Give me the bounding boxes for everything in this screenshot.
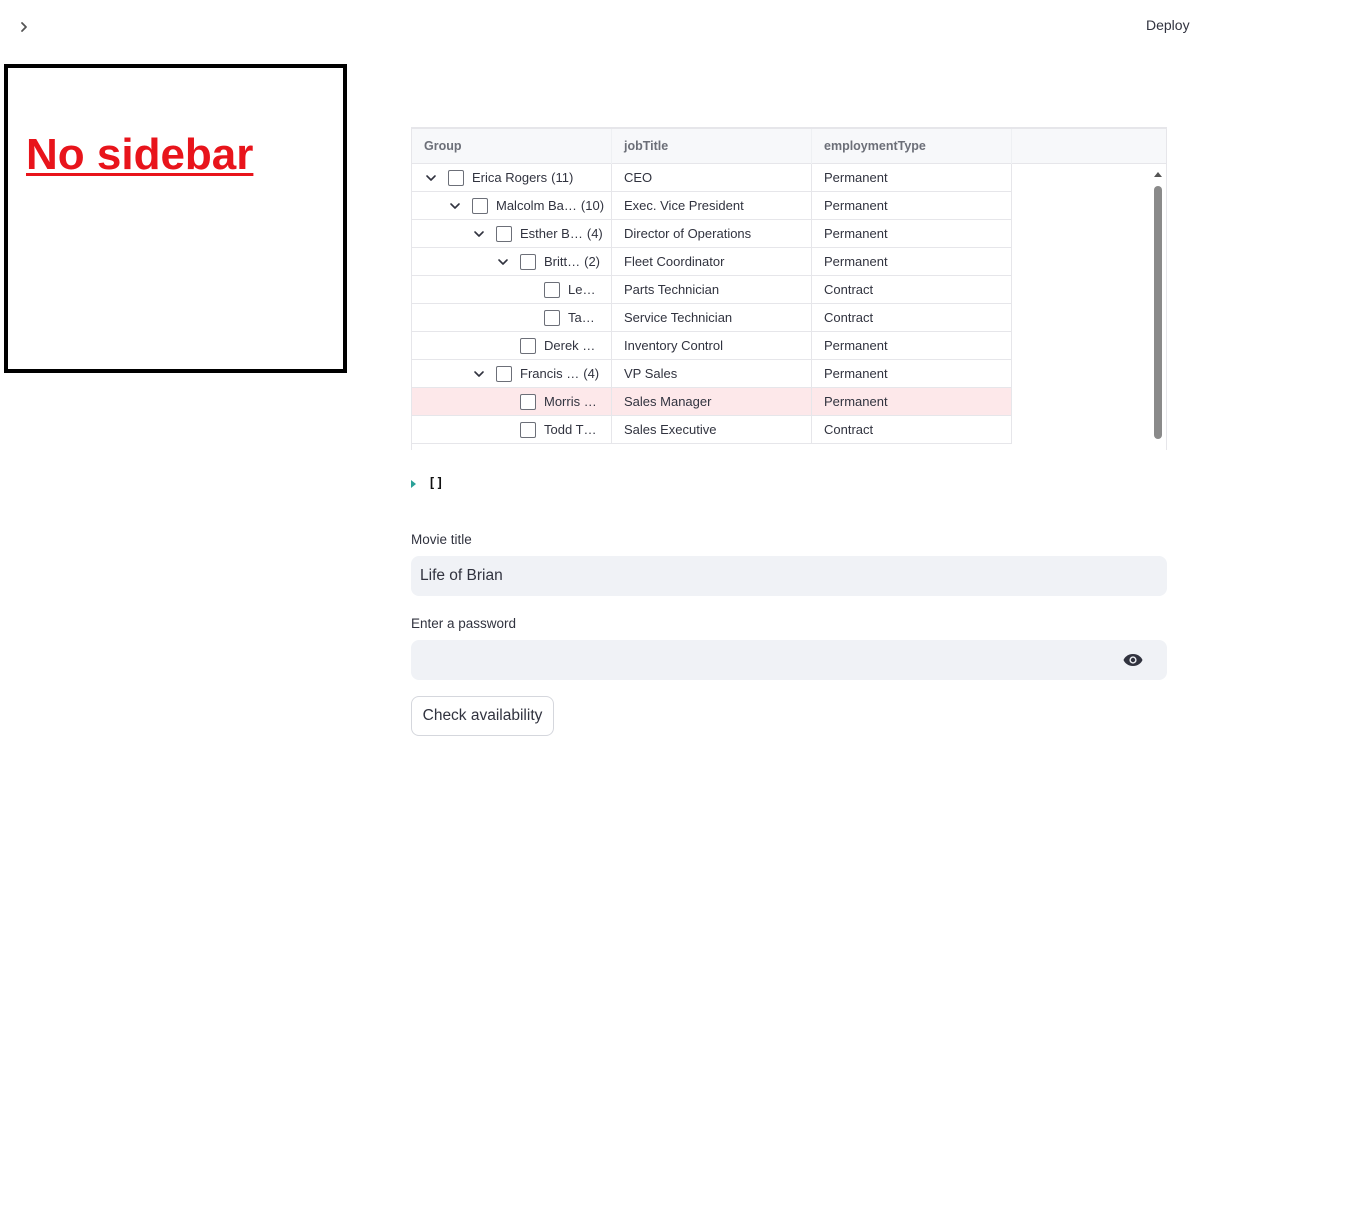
expand-sidebar-button[interactable]: [14, 17, 34, 37]
chevron-down-icon[interactable]: [472, 227, 486, 241]
employmenttype-cell: Permanent: [812, 388, 1012, 415]
employmenttype-cell: Permanent: [812, 332, 1012, 359]
group-name: Derek …: [544, 338, 596, 353]
group-name: Le…: [568, 282, 596, 297]
table-row[interactable]: Le… Parts Technician Contract: [412, 276, 1012, 304]
employmenttype-cell: Contract: [812, 304, 1012, 331]
password-label: Enter a password: [411, 616, 517, 631]
json-value: []: [428, 476, 444, 491]
movie-title-input[interactable]: [411, 556, 1167, 596]
jobtitle-cell: Inventory Control: [612, 332, 812, 359]
table-row[interactable]: Morris … Sales Manager Permanent: [412, 388, 1012, 416]
row-checkbox[interactable]: [496, 365, 512, 382]
eye-icon: [1123, 654, 1143, 666]
check-availability-button[interactable]: Check availability: [411, 696, 554, 736]
jobtitle-cell: Sales Executive: [612, 416, 812, 443]
jobtitle-cell: VP Sales: [612, 360, 812, 387]
group-count: (10): [580, 198, 605, 213]
table-row[interactable]: Ta… Service Technician Contract: [412, 304, 1012, 332]
group-cell: Morris …: [412, 388, 612, 415]
row-checkbox[interactable]: [544, 281, 560, 298]
table-row[interactable]: Erica Rogers (11) CEO Permanent: [412, 164, 1012, 192]
show-password-button[interactable]: [1122, 651, 1144, 669]
group-name: Esther B…: [520, 226, 583, 241]
row-checkbox[interactable]: [520, 393, 536, 410]
json-expander[interactable]: []: [411, 476, 444, 491]
column-header-group[interactable]: Group: [412, 129, 612, 164]
jobtitle-cell: Director of Operations: [612, 220, 812, 247]
employmenttype-cell: Permanent: [812, 192, 1012, 219]
sidebar-placeholder: No sidebar: [4, 64, 347, 373]
no-sidebar-text: No sidebar: [26, 130, 254, 179]
scroll-up-arrow-icon[interactable]: [1154, 172, 1162, 177]
caret-right-icon: [411, 479, 416, 488]
group-name: Erica Rogers: [472, 170, 548, 185]
group-name: Malcolm Ba…: [496, 198, 577, 213]
column-header-jobtitle[interactable]: jobTitle: [612, 129, 812, 164]
group-count: (4): [583, 366, 600, 381]
grid-scrollbar-thumb[interactable]: [1154, 186, 1162, 439]
column-header-employmenttype[interactable]: employmentType: [812, 129, 1012, 164]
deploy-button[interactable]: Deploy: [1140, 15, 1196, 35]
table-row[interactable]: Esther B… (4) Director of Operations Perman…: [412, 220, 1012, 248]
chevron-down-icon[interactable]: [496, 255, 510, 269]
jobtitle-cell: Sales Manager: [612, 388, 812, 415]
movie-title-label: Movie title: [411, 532, 472, 547]
group-name: Britt…: [544, 254, 581, 269]
row-checkbox[interactable]: [496, 225, 512, 242]
employmenttype-cell: Permanent: [812, 220, 1012, 247]
jobtitle-cell: Exec. Vice President: [612, 192, 812, 219]
row-checkbox[interactable]: [520, 253, 536, 270]
group-cell: Todd T…: [412, 416, 612, 443]
chevron-down-icon[interactable]: [472, 367, 486, 381]
employmenttype-cell: Contract: [812, 416, 1012, 443]
table-row[interactable]: Malcolm Ba… (10) Exec. Vice President Perma…: [412, 192, 1012, 220]
row-checkbox[interactable]: [520, 337, 536, 354]
table-row[interactable]: Todd T… Sales Executive Contract: [412, 416, 1012, 444]
employmenttype-cell: Permanent: [812, 248, 1012, 275]
group-cell: Francis … (4): [412, 360, 612, 387]
group-cell: Derek …: [412, 332, 612, 359]
group-cell: Le…: [412, 276, 612, 303]
group-cell: Britt… (2): [412, 248, 612, 275]
chevron-right-icon: [21, 22, 27, 32]
group-cell: Malcolm Ba… (10): [412, 192, 612, 219]
employmenttype-cell: Permanent: [812, 360, 1012, 387]
row-checkbox[interactable]: [472, 197, 488, 214]
employmenttype-cell: Permanent: [812, 164, 1012, 191]
employmenttype-cell: Contract: [812, 276, 1012, 303]
grid-header: Group jobTitle employmentType: [412, 128, 1166, 164]
table-row[interactable]: Britt… (2) Fleet Coordinator Permanent: [412, 248, 1012, 276]
jobtitle-cell: Service Technician: [612, 304, 812, 331]
row-checkbox[interactable]: [448, 169, 464, 186]
group-count: (11): [551, 170, 574, 185]
group-cell: Ta…: [412, 304, 612, 331]
row-checkbox[interactable]: [544, 309, 560, 326]
group-count: (2): [584, 254, 601, 269]
chevron-down-icon[interactable]: [448, 199, 462, 213]
password-input[interactable]: [411, 640, 1167, 680]
group-name: Francis …: [520, 366, 580, 381]
jobtitle-cell: Parts Technician: [612, 276, 812, 303]
group-cell: Esther B… (4): [412, 220, 612, 247]
group-name: Todd T…: [544, 422, 597, 437]
table-row[interactable]: Francis … (4) VP Sales Permanent: [412, 360, 1012, 388]
table-row[interactable]: Derek … Inventory Control Permanent: [412, 332, 1012, 360]
jobtitle-cell: Fleet Coordinator: [612, 248, 812, 275]
data-grid: Group jobTitle employmentType Erica Roge…: [411, 127, 1167, 450]
group-cell: Erica Rogers (11): [412, 164, 612, 191]
jobtitle-cell: CEO: [612, 164, 812, 191]
group-name: Ta…: [568, 310, 595, 325]
group-count: (4): [586, 226, 603, 241]
row-checkbox[interactable]: [520, 421, 536, 438]
group-name: Morris …: [544, 394, 597, 409]
chevron-down-icon[interactable]: [424, 171, 438, 185]
grid-body: Erica Rogers (11) CEO Permanent Malcolm Ba…(…: [412, 164, 1012, 444]
